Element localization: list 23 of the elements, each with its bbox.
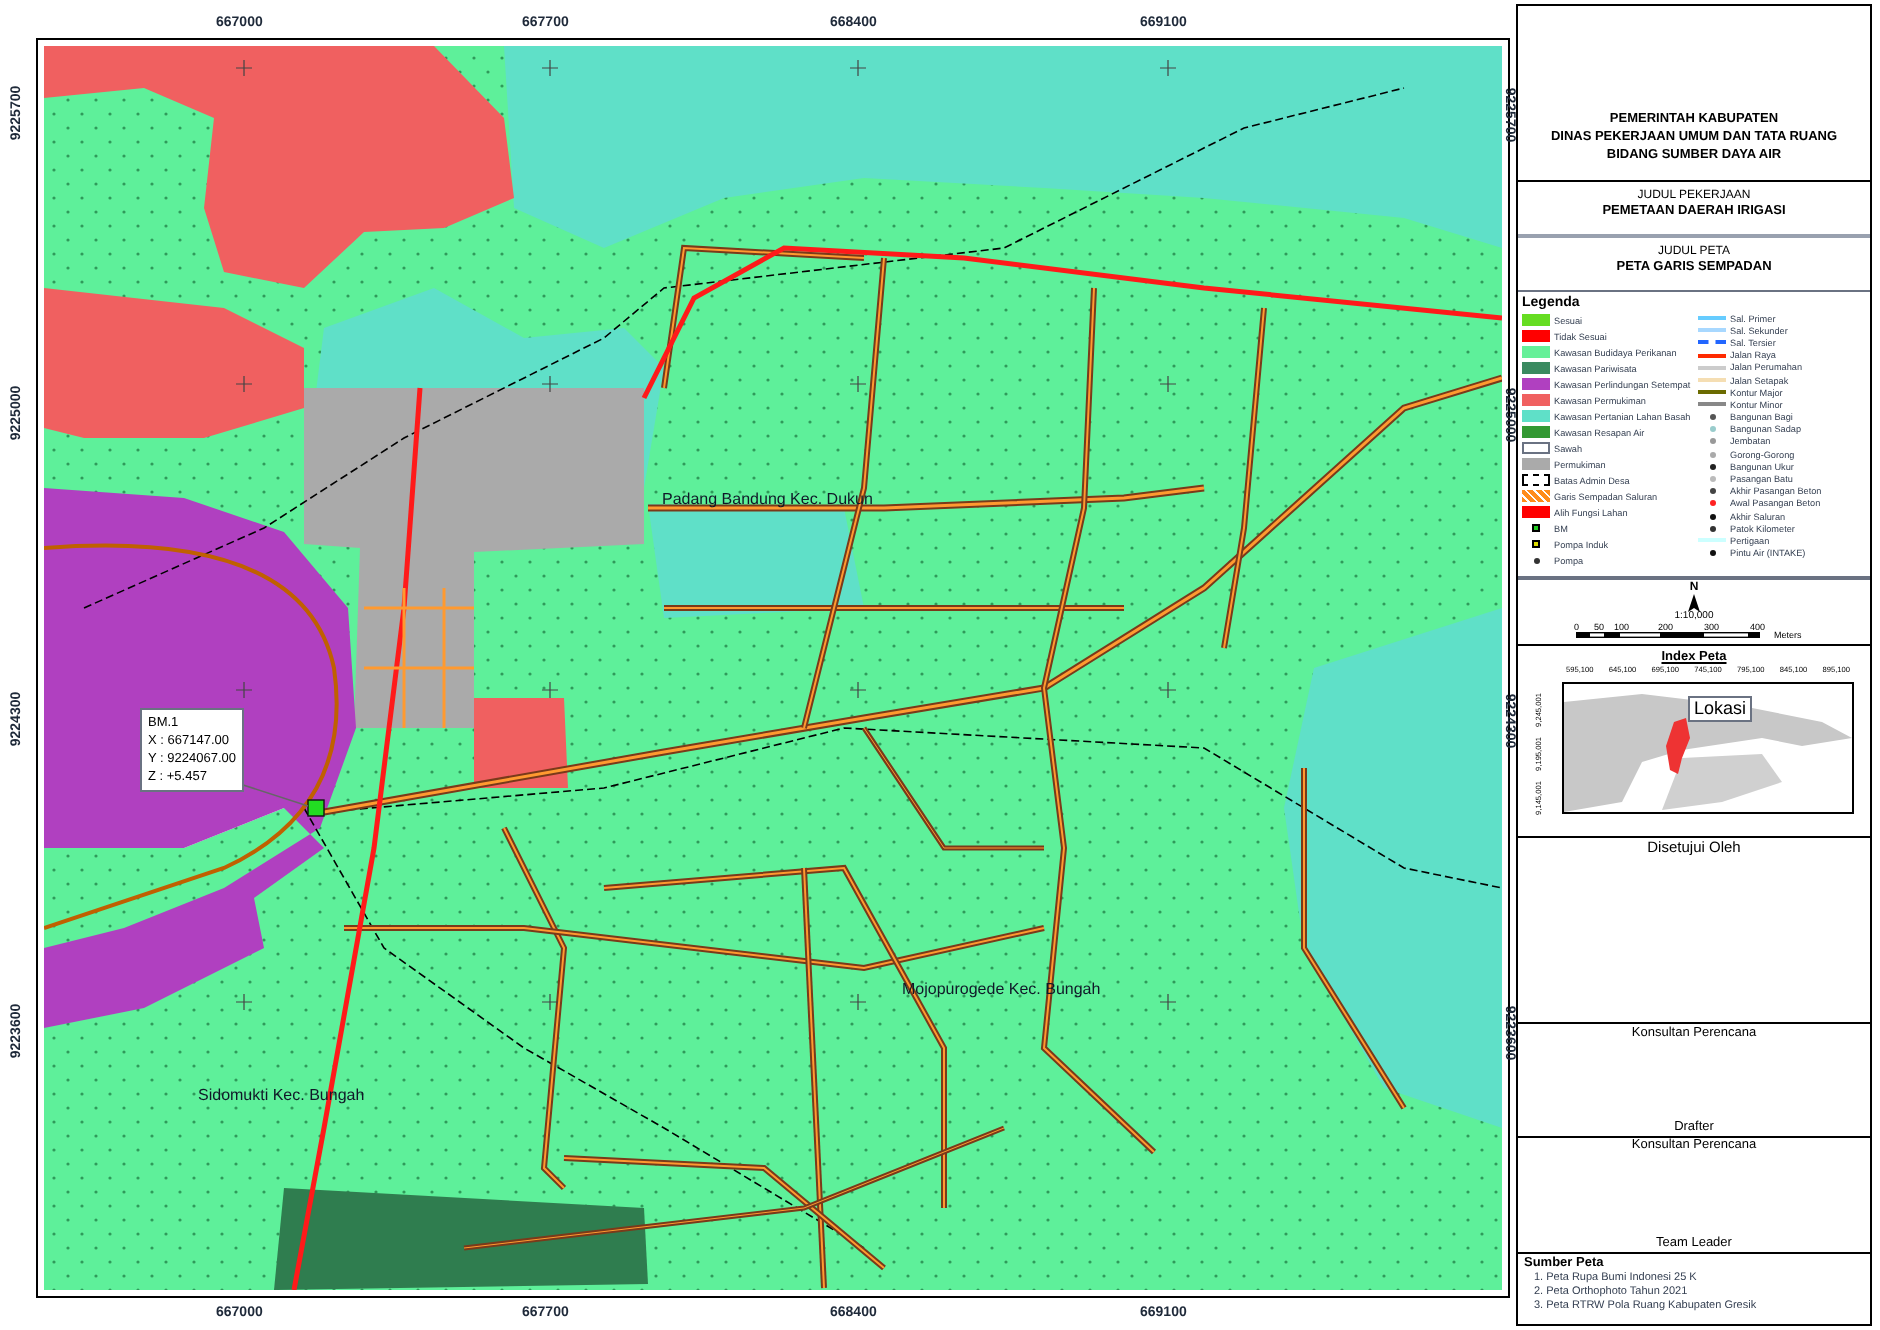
grid-cross-icon [541, 993, 559, 1011]
scale-bar-icon [1576, 632, 1760, 638]
grid-cross-icon [541, 681, 559, 699]
grid-cross-icon [1159, 993, 1177, 1011]
benchmark-marker-icon [307, 799, 325, 817]
grid-cross-icon [1159, 681, 1177, 699]
grid-cross-icon [849, 375, 867, 393]
grid-cross-icon [541, 59, 559, 77]
location-callout: Lokasi [1688, 696, 1753, 722]
grid-cross-icon [541, 375, 559, 393]
grid-cross-icon [849, 59, 867, 77]
grid-cross-icon [235, 681, 253, 699]
residential-zone-area [474, 698, 568, 788]
grid-cross-icon [1159, 375, 1177, 393]
grid-cross-icon [849, 681, 867, 699]
grid-cross-icon [235, 59, 253, 77]
grid-cross-icon [235, 993, 253, 1011]
grid-cross-icon [235, 375, 253, 393]
grid-cross-icon [849, 993, 867, 1011]
local-road-line [362, 586, 476, 730]
grid-cross-icon [1159, 59, 1177, 77]
north-arrow-icon [1688, 594, 1700, 612]
leader-line [239, 783, 309, 807]
